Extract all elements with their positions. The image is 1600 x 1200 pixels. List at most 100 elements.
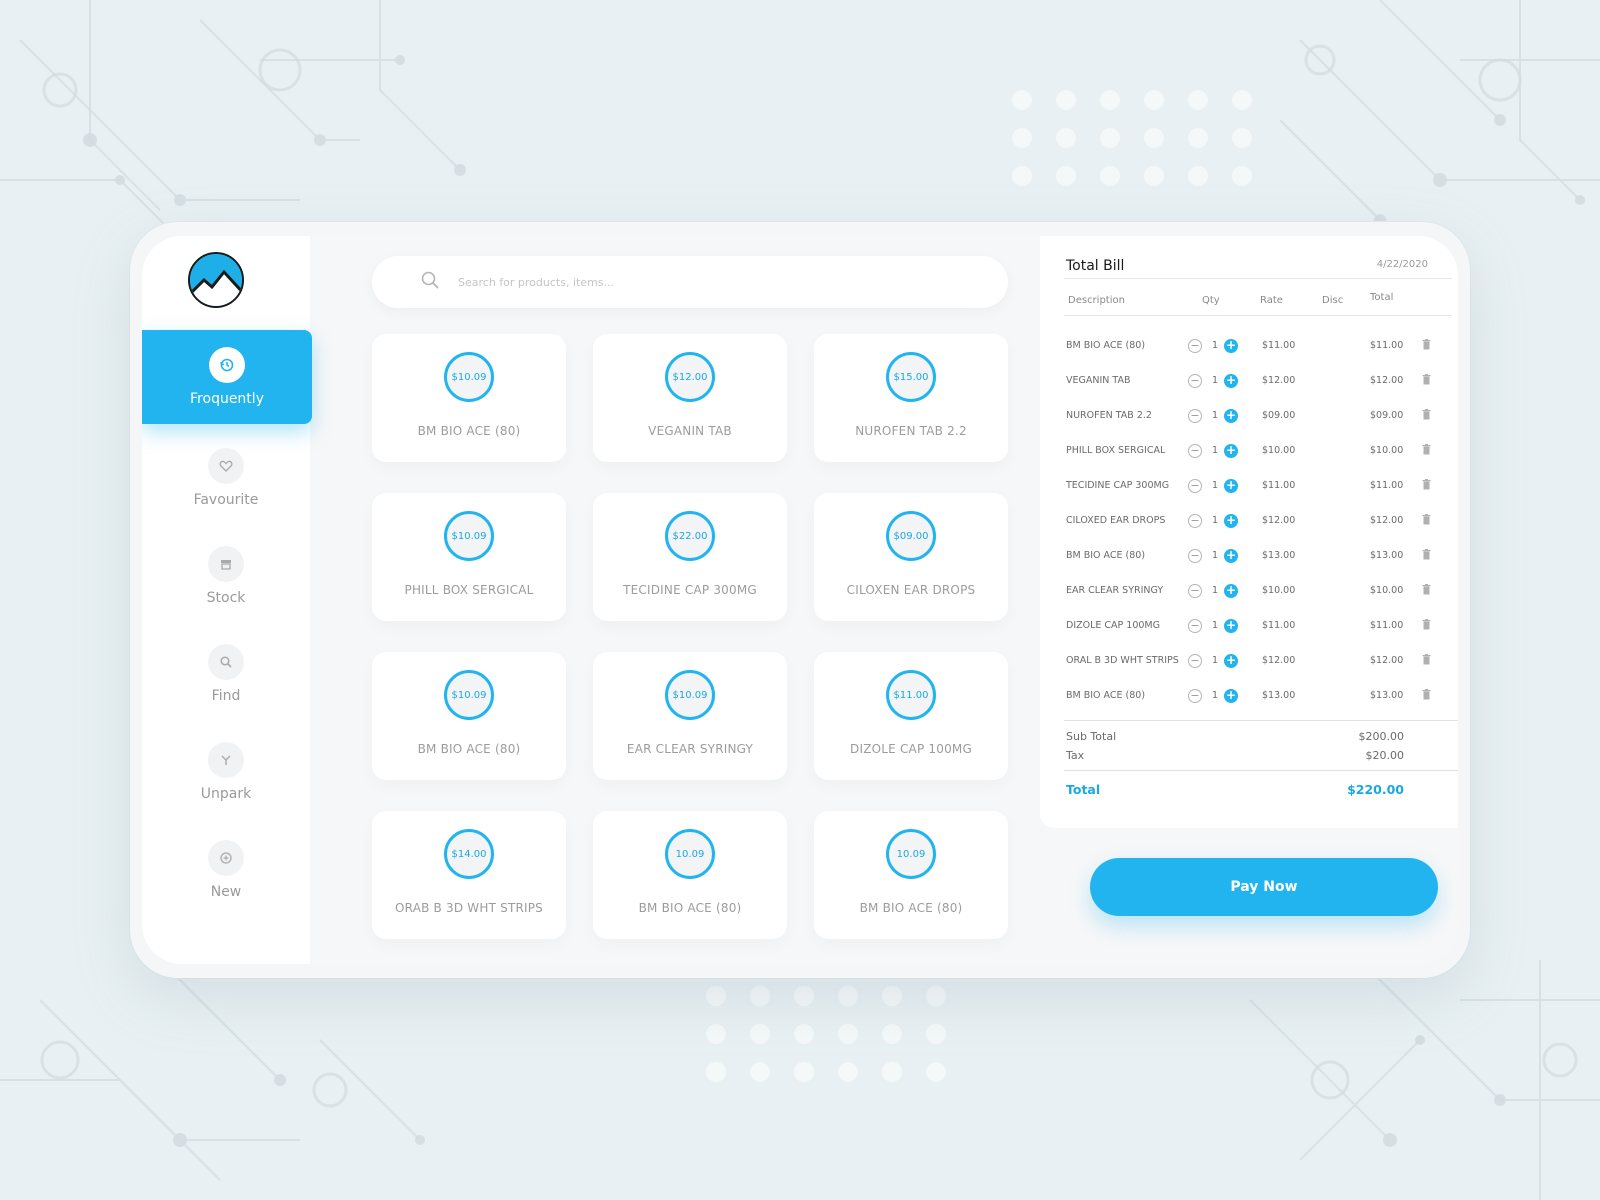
bill-row-total: $13.00 (1370, 690, 1404, 701)
sidebar-item-favourite[interactable]: Favourite (142, 448, 310, 518)
trash-icon[interactable] (1422, 654, 1431, 668)
product-price: $11.00 (886, 670, 936, 720)
plus-circle-icon (208, 840, 244, 876)
trash-icon[interactable] (1422, 409, 1431, 423)
search-bar[interactable] (372, 256, 1008, 308)
divider (1064, 770, 1458, 771)
minus-icon[interactable]: − (1188, 514, 1202, 528)
product-card[interactable]: $10.09 EAR CLEAR SYRINGY (593, 652, 787, 780)
product-card[interactable]: $10.09 BM BIO ACE (80) (372, 334, 566, 462)
bill-row-qty: 1 (1212, 375, 1219, 386)
bill-row-description: BM BIO ACE (80) (1066, 690, 1146, 701)
trash-icon[interactable] (1422, 479, 1431, 493)
bill-row: VEGANIN TAB −1 + $12.00 $12.00 (1066, 374, 1456, 410)
bill-row-description: VEGANIN TAB (1066, 375, 1131, 386)
trash-icon[interactable] (1422, 444, 1431, 458)
product-card[interactable]: $12.00 VEGANIN TAB (593, 334, 787, 462)
minus-icon[interactable]: − (1188, 444, 1202, 458)
sidebar-item-stock[interactable]: Stock (142, 546, 310, 616)
bill-row-total: $09.00 (1370, 410, 1404, 421)
pay-now-button[interactable]: Pay Now (1090, 858, 1438, 916)
product-name: EAR CLEAR SYRINGY (626, 742, 754, 756)
sidebar-item-frequently[interactable]: Froquently (142, 330, 312, 424)
bill-row-qty: 1 (1212, 445, 1219, 456)
plus-icon[interactable]: + (1224, 549, 1238, 563)
product-name: PHILL BOX SERGICAL (404, 583, 534, 597)
trash-icon[interactable] (1422, 584, 1431, 598)
trash-icon[interactable] (1422, 339, 1431, 353)
minus-icon[interactable]: − (1188, 374, 1202, 388)
trash-icon[interactable] (1422, 619, 1431, 633)
subtotal-value: $200.00 (1358, 730, 1405, 743)
trash-icon[interactable] (1422, 374, 1431, 388)
bill-row: BM BIO ACE (80) −1 + $13.00 $13.00 (1066, 549, 1456, 585)
bill-row-description: ORAL B 3D WHT STRIPS (1066, 655, 1179, 666)
product-card[interactable]: 10.09 BM BIO ACE (80) (814, 811, 1008, 939)
bill-title: Total Bill (1066, 258, 1125, 274)
minus-icon[interactable]: − (1188, 479, 1202, 493)
plus-icon[interactable]: + (1224, 374, 1238, 388)
plus-icon[interactable]: + (1224, 584, 1238, 598)
product-name: BM BIO ACE (80) (638, 901, 742, 915)
sidebar-item-find[interactable]: Find (142, 644, 310, 714)
sidebar-item-unpark[interactable]: Unpark (142, 742, 310, 812)
bill-row-qty: 1 (1212, 585, 1219, 596)
product-name: DIZOLE CAP 100MG (850, 742, 972, 756)
bill-rows: BM BIO ACE (80) −1 + $11.00 $11.00 VEGANIN TA… (1066, 339, 1456, 725)
sidebar-item-new[interactable]: New (142, 840, 310, 910)
bill-row-rate: $10.00 (1262, 445, 1296, 456)
minus-icon[interactable]: − (1188, 339, 1202, 353)
bill-row: EAR CLEAR SYRINGY −1 + $10.00 $10.00 (1066, 584, 1456, 620)
product-card[interactable]: $22.00 TECIDINE CAP 300MG (593, 493, 787, 621)
search-input[interactable] (458, 275, 938, 289)
plus-icon[interactable]: + (1224, 689, 1238, 703)
bill-row-description: NUROFEN TAB 2.2 (1066, 410, 1152, 421)
product-price: $10.09 (665, 670, 715, 720)
tax-value: $20.00 (1365, 749, 1405, 762)
plus-icon[interactable]: + (1224, 409, 1238, 423)
product-price: 10.09 (665, 829, 715, 879)
trash-icon[interactable] (1422, 689, 1431, 703)
bill-row: PHILL BOX SERGICAL −1 + $10.00 $10.00 (1066, 444, 1456, 480)
minus-icon[interactable]: − (1188, 654, 1202, 668)
plus-icon[interactable]: + (1224, 619, 1238, 633)
merge-icon (208, 742, 244, 778)
minus-icon[interactable]: − (1188, 549, 1202, 563)
bill-row-total: $10.00 (1370, 585, 1404, 596)
product-card[interactable]: $09.00 CILOXEN EAR DROPS (814, 493, 1008, 621)
product-card[interactable]: $14.00 ORAB B 3D WHT STRIPS (372, 811, 566, 939)
bill-row-total: $12.00 (1370, 375, 1404, 386)
trash-icon[interactable] (1422, 514, 1431, 528)
bill-row-total: $12.00 (1370, 655, 1404, 666)
product-card[interactable]: 10.09 BM BIO ACE (80) (593, 811, 787, 939)
minus-icon[interactable]: − (1188, 689, 1202, 703)
bill-row-rate: $09.00 (1262, 410, 1296, 421)
product-price: $22.00 (665, 511, 715, 561)
search-icon (420, 270, 440, 294)
trash-icon[interactable] (1422, 549, 1431, 563)
column-description: Description (1068, 295, 1125, 306)
sidebar-item-label: Unpark (200, 786, 252, 802)
plus-icon[interactable]: + (1224, 339, 1238, 353)
mountain-logo-icon (188, 252, 244, 308)
product-price: $12.00 (665, 352, 715, 402)
product-card[interactable]: $15.00 NUROFEN TAB 2.2 (814, 334, 1008, 462)
bill-row-qty: 1 (1212, 515, 1219, 526)
plus-icon[interactable]: + (1224, 479, 1238, 493)
plus-icon[interactable]: + (1224, 654, 1238, 668)
bill-row: CILOXED EAR DROPS −1 + $12.00 $12.00 (1066, 514, 1456, 550)
subtotal-label: Sub Total (1066, 730, 1117, 743)
sidebar: Froquently Favourite Stock Find Unpark N… (142, 236, 312, 964)
product-price: 10.09 (886, 829, 936, 879)
search-icon (208, 644, 244, 680)
plus-icon[interactable]: + (1224, 444, 1238, 458)
minus-icon[interactable]: − (1188, 584, 1202, 598)
minus-icon[interactable]: − (1188, 619, 1202, 633)
bill-row-rate: $12.00 (1262, 375, 1296, 386)
minus-icon[interactable]: − (1188, 409, 1202, 423)
bill-row-total: $13.00 (1370, 550, 1404, 561)
product-card[interactable]: $10.09 BM BIO ACE (80) (372, 652, 566, 780)
product-card[interactable]: $10.09 PHILL BOX SERGICAL (372, 493, 566, 621)
plus-icon[interactable]: + (1224, 514, 1238, 528)
product-card[interactable]: $11.00 DIZOLE CAP 100MG (814, 652, 1008, 780)
